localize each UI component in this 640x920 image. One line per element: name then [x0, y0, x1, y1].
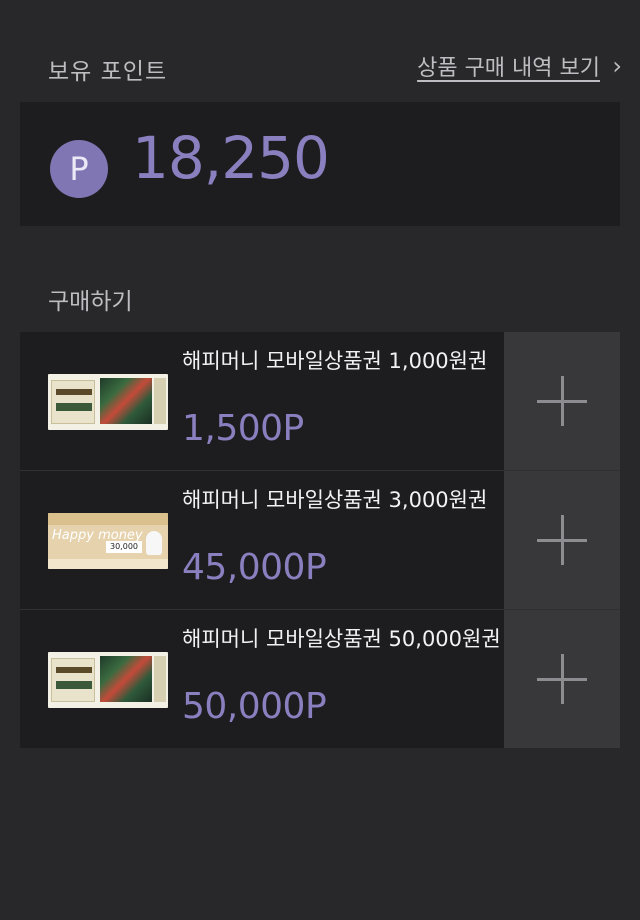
purchase-page: 보유 포인트 상품 구매 내역 보기 › P 18,250 구매하기 해피머니 … [0, 0, 640, 920]
voucher-thumbnail: Happy money 30,000 [48, 513, 168, 569]
product-name: 해피머니 모바일상품권 50,000원권 [182, 627, 501, 651]
product-item: 해피머니 모바일상품권 50,000원권 50,000P [20, 610, 620, 748]
product-price: 1,500P [182, 408, 304, 449]
add-button[interactable] [504, 610, 620, 748]
point-balance-value: 18,250 [132, 124, 330, 192]
product-item: 해피머니 모바일상품권 1,000원권 1,500P [20, 332, 620, 471]
product-price: 45,000P [182, 547, 327, 588]
add-button[interactable] [504, 471, 620, 609]
product-name: 해피머니 모바일상품권 3,000원권 [182, 488, 488, 512]
point-badge-icon: P [50, 140, 108, 198]
chevron-right-icon[interactable]: › [612, 52, 622, 80]
points-header: 보유 포인트 상품 구매 내역 보기 › [0, 40, 640, 92]
points-title: 보유 포인트 [48, 59, 168, 85]
purchase-section-title: 구매하기 [48, 289, 133, 315]
purchase-history-link[interactable]: 상품 구매 내역 보기 [417, 50, 600, 82]
voucher-thumb-amount: 30,000 [106, 541, 142, 553]
product-price: 50,000P [182, 686, 327, 727]
product-item: Happy money 30,000 해피머니 모바일상품권 3,000원권 4… [20, 471, 620, 610]
product-name: 해피머니 모바일상품권 1,000원권 [182, 349, 488, 373]
voucher-thumbnail [48, 652, 168, 708]
product-list: 해피머니 모바일상품권 1,000원권 1,500P Happy money 3… [20, 332, 620, 748]
point-balance-card: P 18,250 [20, 102, 620, 226]
add-button[interactable] [504, 332, 620, 470]
voucher-thumbnail [48, 374, 168, 430]
